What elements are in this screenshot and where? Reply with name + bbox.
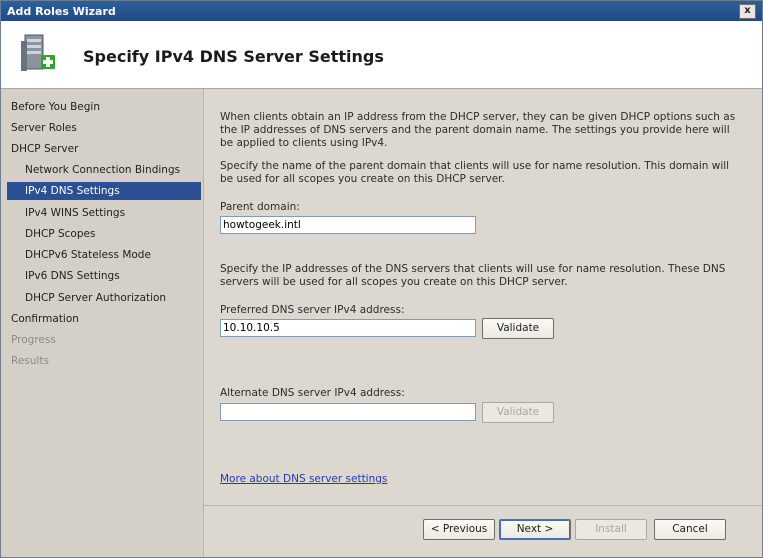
domain-instructions: Specify the name of the parent domain th… [220,160,730,185]
page-title: Specify IPv4 DNS Server Settings [83,47,384,66]
sidebar-item-dhcp-server[interactable]: DHCP Server [11,140,201,158]
preferred-dns-input[interactable]: 10.10.10.5 [220,319,476,337]
sidebar-item-progress: Progress [11,334,56,346]
sidebar-item-ipv4-dns-settings[interactable]: IPv4 DNS Settings [7,182,201,200]
parent-domain-label: Parent domain: [220,201,300,213]
sidebar-item-ipv6-dns-settings[interactable]: IPv6 DNS Settings [25,267,201,285]
sidebar-item-server-roles[interactable]: Server Roles [11,119,201,137]
validate-alternate-button: Validate [482,402,554,423]
previous-button[interactable]: < Previous [423,519,495,540]
wizard-header: Specify IPv4 DNS Server Settings [1,21,762,89]
sidebar-item-dhcp-server-authorization[interactable]: DHCP Server Authorization [25,289,201,307]
close-button[interactable]: x [739,4,756,19]
install-button: Install [575,519,647,540]
preferred-dns-label: Preferred DNS server IPv4 address: [220,304,405,316]
next-button[interactable]: Next > [499,519,571,540]
sidebar-item-dhcpv6-stateless-mode[interactable]: DHCPv6 Stateless Mode [25,246,201,264]
close-icon: x [744,5,751,16]
wizard-steps-sidebar: Before You Begin Server Roles DHCP Serve… [1,89,203,557]
title-bar[interactable]: Add Roles Wizard x [1,1,762,21]
wizard-content: When clients obtain an IP address from t… [204,89,762,557]
add-roles-wizard-window: Add Roles Wizard x Specify IPv4 DNS Serv… [0,0,763,558]
alternate-dns-input[interactable] [220,403,476,421]
window-title: Add Roles Wizard [7,5,116,18]
sidebar-item-network-connection-bindings[interactable]: Network Connection Bindings [25,161,201,179]
alternate-dns-label: Alternate DNS server IPv4 address: [220,387,405,399]
sidebar-item-confirmation[interactable]: Confirmation [11,310,201,328]
cancel-button[interactable]: Cancel [654,519,726,540]
sidebar-item-ipv4-wins-settings[interactable]: IPv4 WINS Settings [25,204,201,222]
parent-domain-input[interactable]: howtogeek.intl [220,216,476,234]
validate-preferred-button[interactable]: Validate [482,318,554,339]
sidebar-item-before-you-begin[interactable]: Before You Begin [11,98,201,116]
sidebar-item-dhcp-scopes[interactable]: DHCP Scopes [25,225,201,243]
sidebar-item-results: Results [11,355,49,367]
dns-instructions: Specify the IP addresses of the DNS serv… [220,263,726,288]
footer-divider [204,505,762,506]
more-about-dns-link[interactable]: More about DNS server settings [220,473,387,485]
intro-text: When clients obtain an IP address from t… [220,111,736,149]
server-add-icon [21,34,55,71]
